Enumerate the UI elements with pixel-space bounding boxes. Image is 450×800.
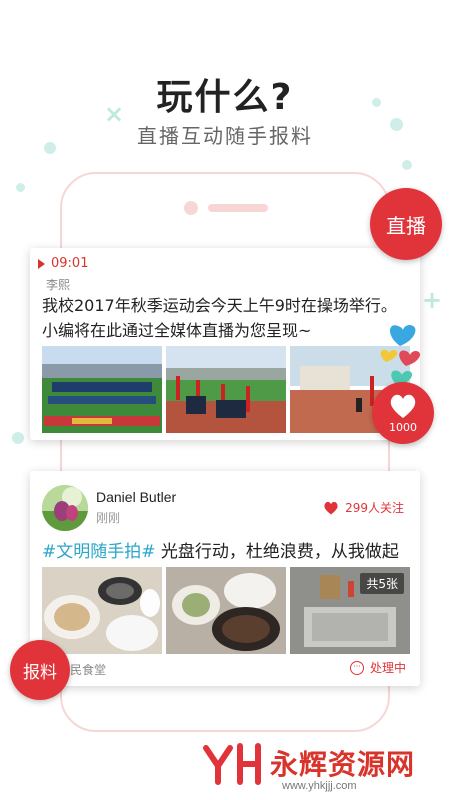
live-button[interactable]: 直播 (370, 188, 442, 260)
post-location: 民食堂 (70, 663, 107, 677)
report-button[interactable]: 报料 (10, 640, 70, 700)
live-photo[interactable] (166, 346, 286, 433)
post-photo[interactable]: 共5张 (290, 567, 410, 654)
decor-plus-right: + (422, 286, 443, 314)
phone-speaker (208, 204, 268, 212)
page-subtitle: 直播互动随手报料 (137, 124, 313, 148)
photo-count-badge: 共5张 (360, 573, 404, 594)
brand-logo-icon (203, 743, 261, 785)
live-photo-row (42, 346, 410, 433)
post-time: 刚刚 (96, 511, 121, 525)
brand-name: 永辉资源网 (270, 748, 416, 781)
live-text: 我校2017年秋季运动会今天上午9时在操场举行。小编将在此通过全媒体直播为您呈现… (42, 296, 397, 340)
heart-icon (390, 394, 416, 418)
heart-icon (324, 501, 338, 514)
live-post-card[interactable]: 09:01 李熙 我校2017年秋季运动会今天上午9时在操场举行。小编将在此通过… (30, 248, 420, 440)
live-time-row: 09:01 (38, 256, 88, 271)
play-indicator-icon (38, 258, 45, 269)
processing-icon: ··· (349, 660, 364, 675)
post-hashtag[interactable]: #文明随手拍# (42, 542, 156, 562)
live-photo[interactable] (42, 346, 162, 433)
post-text: #文明随手拍# 光盘行动，杜绝浪费，从我做起 (42, 537, 412, 562)
like-button[interactable]: 1000 (372, 382, 434, 444)
post-username[interactable]: Daniel Butler (96, 489, 176, 505)
post-status: ··· 处理中 (349, 659, 406, 676)
floating-hearts (376, 320, 426, 390)
live-author: 李熙 (46, 278, 71, 292)
follow-count-text: 299人关注 (345, 501, 404, 515)
avatar[interactable] (42, 485, 88, 531)
post-photo[interactable] (42, 567, 162, 654)
live-time: 09:01 (51, 256, 89, 271)
like-count: 1000 (389, 420, 417, 434)
decor-dot (12, 432, 24, 444)
follow-count[interactable]: 299人关注 (323, 499, 404, 516)
post-status-text: 处理中 (369, 661, 406, 675)
decor-dot (16, 183, 25, 192)
page-title: 玩什么? (156, 77, 294, 118)
decor-dot (402, 160, 412, 170)
post-photo[interactable] (166, 567, 286, 654)
post-photo-row: 共5张 (42, 567, 410, 654)
brand-url: www.yhkjjj.com (282, 780, 357, 792)
report-post-card[interactable]: Daniel Butler 刚刚 299人关注 #文明随手拍# 光盘行动，杜绝浪… (30, 471, 420, 686)
post-body: 光盘行动，杜绝浪费，从我做起 (155, 542, 399, 562)
phone-camera (184, 201, 198, 215)
